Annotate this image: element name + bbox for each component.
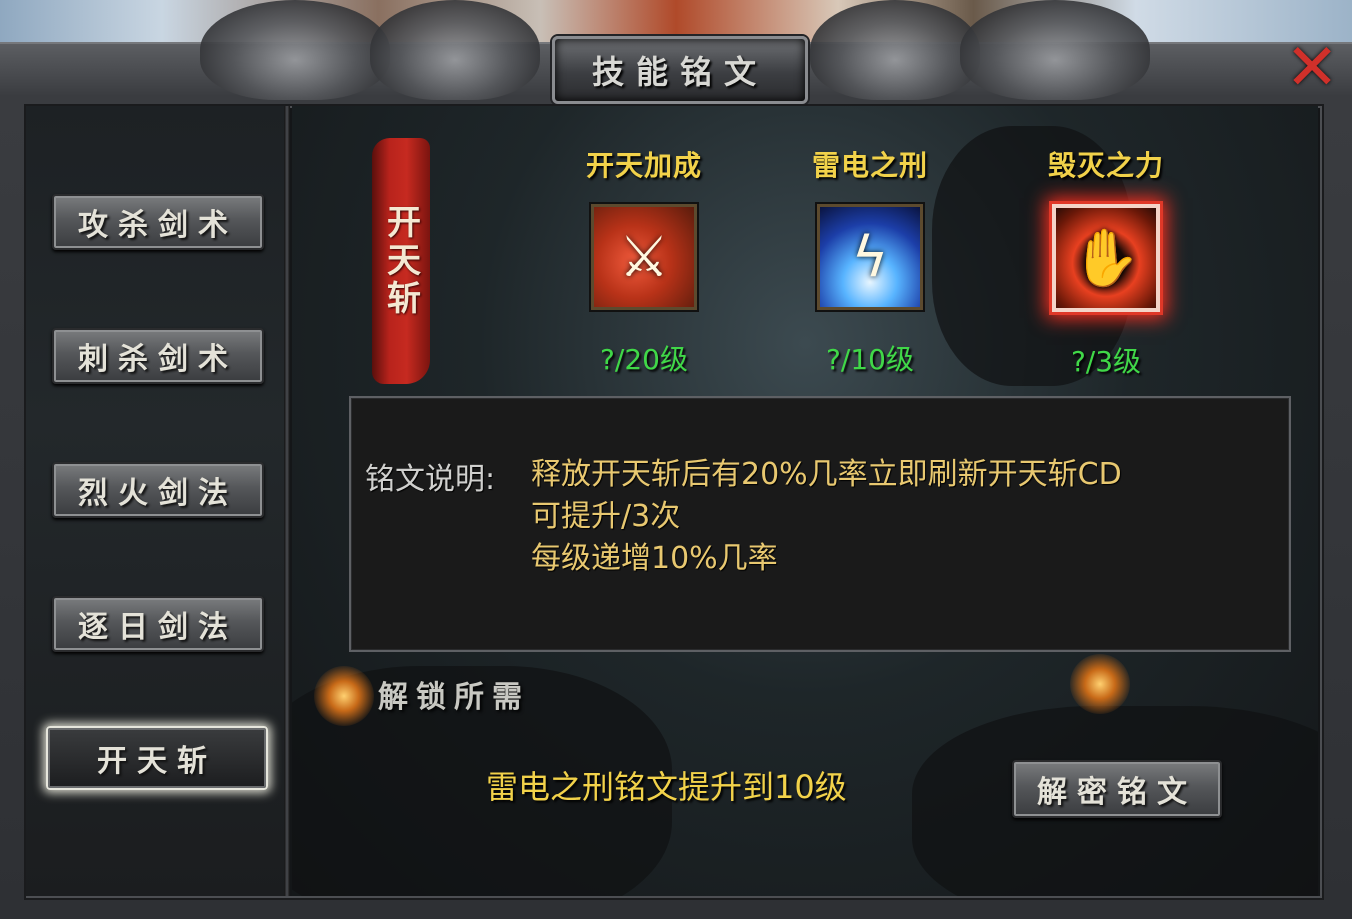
inscription-name: 雷电之刑 [811, 149, 928, 182]
inscription-level: ?/10级 [826, 343, 914, 376]
sidebar-item-label: 逐日剑法 [78, 610, 238, 645]
inscription-slot-3[interactable]: 毁灭之力 ✋ ?/3级 [1006, 144, 1206, 380]
window-title: 技能铭文 [591, 53, 768, 91]
inscription-name: 开天加成 [585, 149, 702, 182]
hand-glyph: ✋ [1071, 226, 1141, 291]
description-line: 释放开天斩后有20%几率立即刷新开天斩CD [531, 457, 1122, 492]
torch-right [1070, 654, 1130, 714]
inscription-name: 毁灭之力 [1047, 149, 1164, 182]
sidebar-item-label: 攻杀剑术 [78, 208, 238, 243]
flaming-hand-icon[interactable]: ✋ [1052, 204, 1160, 312]
sidebar-item-cisha[interactable]: 刺杀剑术 [52, 328, 264, 384]
description-label: 铭文说明: [365, 462, 496, 497]
sidebar-divider [284, 106, 290, 896]
lightning-icon[interactable]: ϟ [817, 204, 923, 310]
lightning-glyph: ϟ [851, 224, 889, 290]
dragon-ornament-right [960, 0, 1150, 100]
dragon-ornament-left [200, 0, 390, 100]
sidebar-item-kaitian[interactable]: 开天斩 [46, 726, 268, 790]
skill-banner-label: 开天斩 [380, 204, 421, 318]
decode-button-label: 解密铭文 [1037, 775, 1197, 810]
unlock-requirements-title: 解锁所需 [378, 680, 530, 715]
sidebar-item-label: 刺杀剑术 [78, 342, 238, 377]
skill-name-banner: 开天斩 [372, 138, 430, 384]
inscription-slot-1[interactable]: 开天加成 ⚔ ?/20级 [544, 144, 744, 378]
sword-glyph: ⚔ [618, 224, 670, 290]
red-sword-icon[interactable]: ⚔ [591, 204, 697, 310]
unlock-requirement-text: 雷电之刑铭文提升到10级 [486, 768, 847, 806]
inscription-slot-2[interactable]: 雷电之刑 ϟ ?/10级 [770, 144, 970, 378]
dragon-ornament-right-2 [810, 0, 980, 100]
sidebar-item-zhuri[interactable]: 逐日剑法 [52, 596, 264, 652]
sidebar-item-gongsha[interactable]: 攻杀剑术 [52, 194, 264, 250]
decode-inscription-button[interactable]: 解密铭文 [1012, 760, 1222, 818]
sidebar-item-liehuo[interactable]: 烈火剑法 [52, 462, 264, 518]
description-lines: 释放开天斩后有20%几率立即刷新开天斩CD 可提升/3次 每级递增10%几率 [531, 454, 1122, 580]
inscription-level: ?/3级 [1070, 345, 1142, 378]
inscription-description-box: 铭文说明: 释放开天斩后有20%几率立即刷新开天斩CD 可提升/3次 每级递增1… [349, 396, 1291, 652]
dragon-ornament-left-2 [370, 0, 540, 100]
description-line: 每级递增10%几率 [531, 541, 778, 576]
sidebar-item-label: 开天斩 [97, 744, 217, 779]
window-title-plate: 技能铭文 [552, 36, 808, 104]
torch-left [314, 666, 374, 726]
description-line: 可提升/3次 [531, 499, 681, 534]
inscription-level: ?/20级 [600, 343, 688, 376]
close-x-icon[interactable]: ✕ [1282, 36, 1342, 100]
sidebar-item-label: 烈火剑法 [78, 476, 238, 511]
